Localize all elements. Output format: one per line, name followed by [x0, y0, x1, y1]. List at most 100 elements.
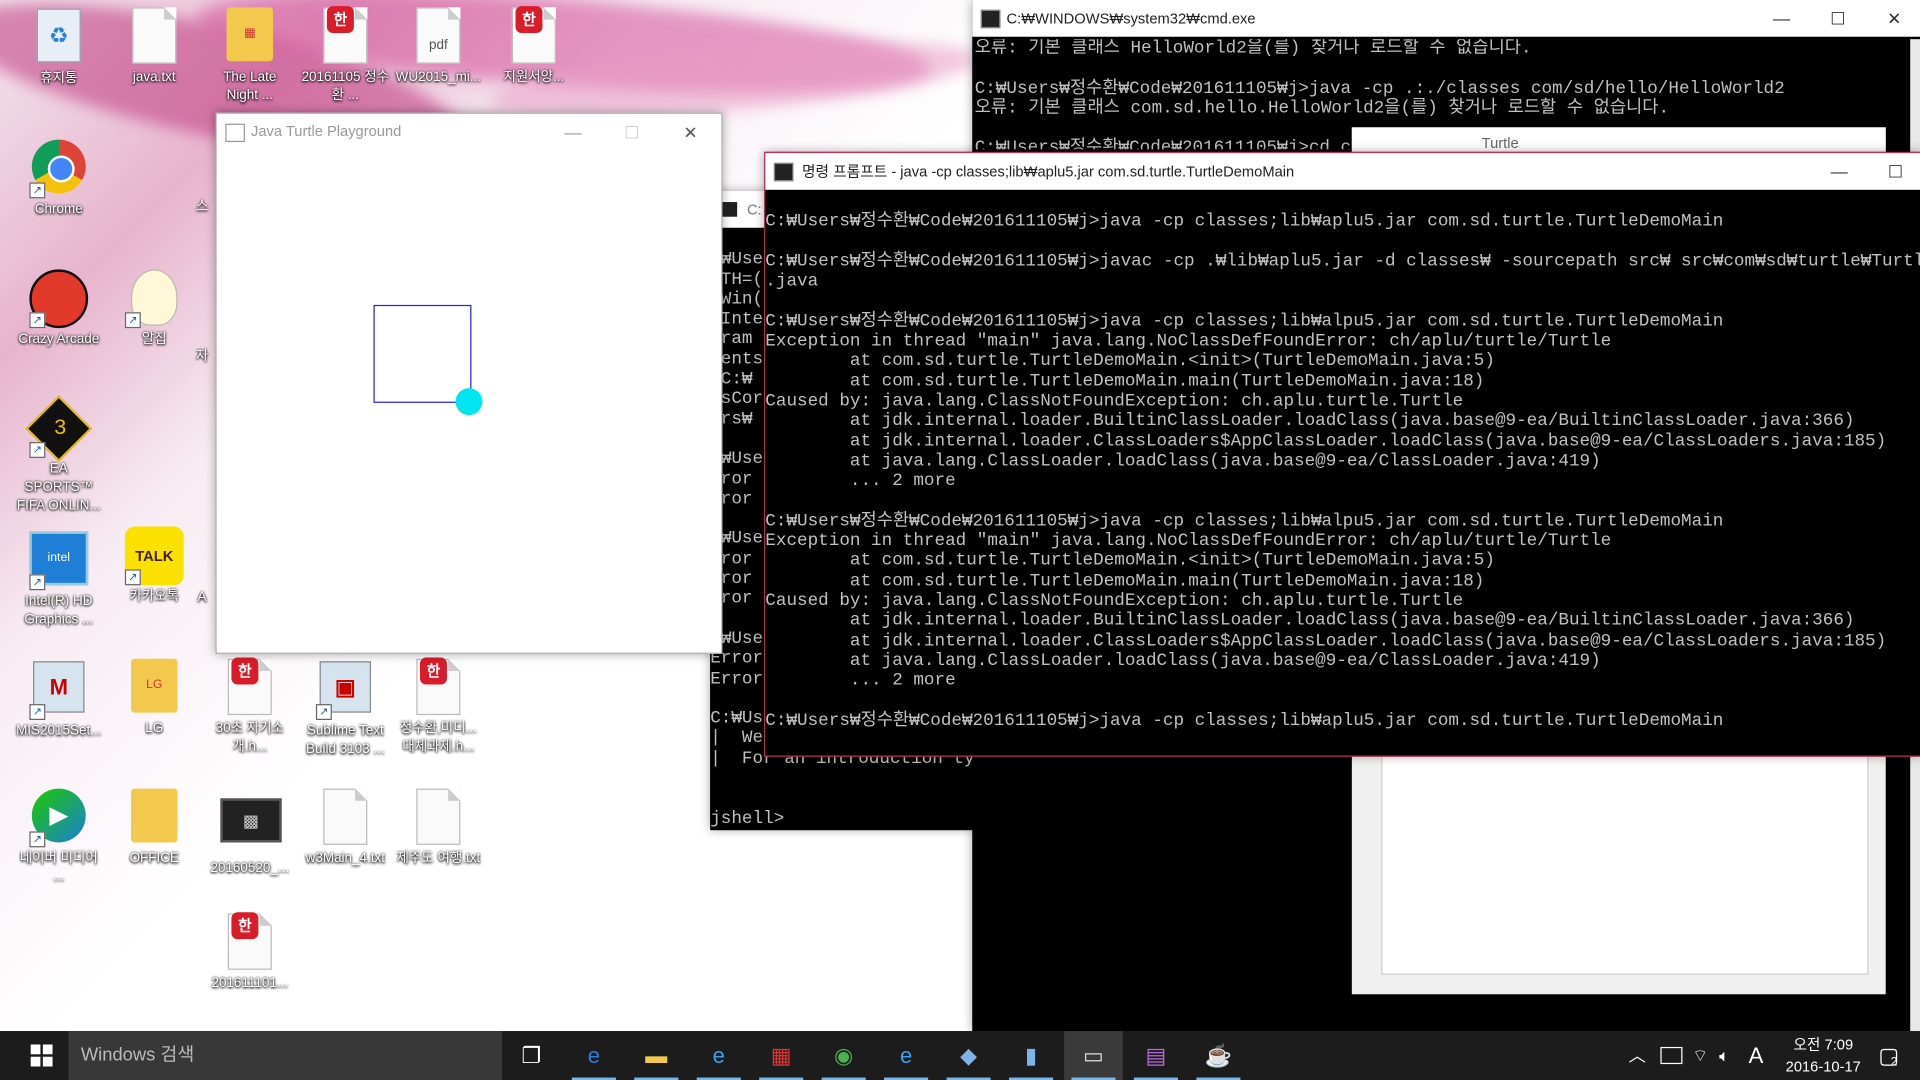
cmd-icon [980, 9, 1001, 29]
console-line: at com.sd.turtle.TurtleDemoMain.main(Tur… [765, 371, 1485, 392]
wifi-icon[interactable]: ⌔ [1692, 1031, 1716, 1080]
windows-icon [30, 1044, 53, 1067]
desktop-icon-label: Crazy Arcade [18, 331, 100, 347]
taskbar-java-button[interactable]: ☕ [1189, 1031, 1248, 1080]
desktop-icon-fifa[interactable]: 3 ↗ EA SPORTS™ FIFA ONLIN... [15, 395, 103, 516]
maximize-button[interactable]: ☐ [1810, 0, 1866, 37]
taskbar-task-view-button[interactable]: ❐ [502, 1031, 561, 1080]
hwp-file-icon: 한 [220, 912, 279, 972]
taskbar-edge-button[interactable]: e [564, 1031, 623, 1080]
maximize-button[interactable]: ☐ [1867, 153, 1920, 190]
cmd-front-console[interactable]: C:₩Users₩정수환₩Code₩201611105₩j>java -cp c… [765, 192, 1920, 756]
desktop-icon-intel[interactable]: intel ↗ Intel(R) HD Graphics ... [15, 527, 103, 630]
desktop-icon-text-file[interactable]: 제주도 여행.txt [394, 786, 482, 868]
taskbar-file-explorer-button[interactable]: ▬ [627, 1031, 686, 1080]
explorer-content[interactable] [1381, 739, 1869, 975]
installer-icon: M ↗ [29, 661, 88, 721]
taskbar-app-purple-button[interactable]: ▤ [1127, 1031, 1186, 1080]
shortcut-arrow-icon: ↗ [124, 312, 141, 329]
chevron-up-icon[interactable]: ︿ [1629, 1031, 1653, 1080]
chrome-icon: ◉ [834, 1043, 854, 1068]
console-line: C:₩Users₩정수환₩Code₩201611105₩j>java -cp .… [974, 79, 1785, 99]
search-box[interactable]: Windows 검색 [68, 1031, 503, 1080]
desktop-icon-label: 201611101... [211, 975, 289, 991]
taskbar-app-red-button[interactable]: ▦ [752, 1031, 811, 1080]
taskbar-internet-explorer-2-button[interactable]: e [877, 1031, 936, 1080]
desktop-icon-naver[interactable]: ▶ ↗ 네이버 미디어 ... [15, 786, 103, 886]
cmd-front-title: 명령 프롬프트 - java -cp classes;lib₩aplu5.jar… [802, 162, 1295, 181]
explorer-title: Turtle [1481, 134, 1519, 152]
taskbar-app-blue-button[interactable]: ◆ [939, 1031, 998, 1080]
desktop-icon-hwp-file[interactable]: 한 30초 자기소개.h... [206, 656, 294, 756]
desktop-icon-text-file[interactable]: w3Main_4.txt [301, 786, 389, 868]
desktop: ♻ 휴지통 java.txt ▦ The Late Night ... 한 20161105… [0, 0, 1920, 1080]
internet-explorer-icon: e [712, 1043, 725, 1068]
desktop-icon-alzip[interactable]: ↗ 알집 [110, 267, 198, 349]
console-line: Exception in thread "main" java.lang.NoC… [765, 331, 1612, 352]
desktop-icon-hwp-file[interactable]: 한 201611101... [206, 911, 294, 993]
desktop-icon-chrome[interactable]: ↗ Chrome [15, 137, 103, 219]
turtle-titlebar[interactable]: Java Turtle Playground — ☐ ✕ [216, 113, 722, 149]
taskbar-internet-explorer-button[interactable]: e [689, 1031, 748, 1080]
desktop-icon-installer[interactable]: M ↗ MIS2015Set... [15, 656, 103, 740]
battery-icon[interactable] [1660, 1046, 1683, 1065]
taskbar-cmd-button[interactable]: ▭ [1064, 1031, 1123, 1080]
clock[interactable]: 오전 7:09 2016-10-17 [1776, 1033, 1872, 1077]
minimize-button[interactable]: — [1811, 153, 1867, 190]
turtle-window[interactable]: Java Turtle Playground — ☐ ✕ [215, 112, 723, 654]
taskbar-chrome-button[interactable]: ◉ [814, 1031, 873, 1080]
shortcut-arrow-icon: ↗ [29, 704, 46, 721]
cmd-back-titlebar[interactable]: C:₩WINDOWS₩system32₩cmd.exe — ☐ ✕ [972, 0, 1920, 37]
console-line: .java [765, 272, 819, 292]
console-line: at com.sd.turtle.TurtleDemoMain.<init>(T… [765, 551, 1495, 572]
desktop-icon-pdf-file[interactable]: pdf WU2015_mi... [394, 5, 482, 87]
minimize-button[interactable]: — [1753, 0, 1809, 37]
pdf-file-icon: pdf [409, 7, 468, 66]
cmd-front-titlebar[interactable]: 명령 프롬프트 - java -cp classes;lib₩aplu5.jar… [765, 153, 1920, 190]
desktop-icon-folder[interactable]: LG LG [110, 656, 198, 738]
desktop-icon-hwp-file[interactable]: 한 정수환,미디... 대체과제.h... [394, 656, 482, 756]
taskbar-app-notes-button[interactable]: ▮ [1002, 1031, 1061, 1080]
desktop-icon-hwp-file[interactable]: 한 20161105 정수환 ... [301, 5, 389, 105]
hwp-file-icon: 한 [504, 6, 563, 66]
volume-icon[interactable]: 🔈︎ [1719, 1031, 1743, 1080]
kakaotalk-icon: TALK ↗ [124, 526, 184, 586]
turtle-title: Java Turtle Playground [251, 122, 402, 140]
start-button[interactable] [12, 1031, 71, 1080]
clock-date: 2016-10-17 [1785, 1057, 1861, 1076]
maximize-button[interactable]: ☐ [604, 114, 660, 148]
desktop-icon-label: Chrome [34, 202, 83, 217]
desktop-icon-text-file[interactable]: java.txt [110, 5, 198, 87]
minimize-button[interactable]: — [545, 114, 601, 148]
hwp-file-icon: 한 [409, 657, 468, 718]
desktop-icon-label: 휴지통 [40, 71, 78, 86]
desktop-icon-video[interactable]: ▩ 20160520_... [206, 786, 294, 878]
desktop-icon-recycle-bin[interactable]: ♻ 휴지통 [15, 5, 103, 88]
task-view-icon: ❐ [521, 1043, 542, 1068]
console-line: C:₩Users₩정수환₩Code₩201611105₩j>java -cp c… [765, 311, 1724, 332]
app-red-icon: ▦ [770, 1043, 792, 1068]
java-icon: ☕ [1204, 1043, 1233, 1068]
app-blue-icon: ◆ [960, 1043, 978, 1068]
close-button[interactable]: ✕ [1866, 0, 1920, 37]
console-line: ... 2 more [765, 671, 956, 691]
close-button[interactable]: ✕ [662, 114, 718, 148]
desktop-icon-game[interactable]: ↗ Crazy Arcade [15, 267, 103, 349]
desktop-icon-installer[interactable]: ▣ ↗ Sublime Text Build 3103 ... [301, 656, 389, 759]
desktop-icon-folder[interactable]: ▦ The Late Night ... [206, 5, 294, 105]
cmd-window-front[interactable]: 명령 프롬프트 - java -cp classes;lib₩aplu5.jar… [764, 151, 1920, 757]
desktop-icon-folder[interactable]: OFFICE [110, 786, 198, 868]
edge-icon: e [587, 1043, 601, 1068]
console-line: at java.lang.ClassLoader.loadClass(java.… [765, 451, 1601, 472]
console-line: at jdk.internal.loader.BuiltinClassLoade… [765, 411, 1855, 432]
clock-time: 오전 7:09 [1793, 1035, 1854, 1054]
desktop-icon-hwp-file[interactable]: 한 지원서양... [490, 5, 578, 87]
hwp-file-icon: 한 [316, 6, 375, 66]
action-center-button[interactable]: ▢ 2 [1878, 1043, 1902, 1069]
console-line: at com.sd.turtle.TurtleDemoMain.<init>(T… [765, 351, 1495, 372]
ime-indicator[interactable]: A [1749, 1031, 1773, 1080]
